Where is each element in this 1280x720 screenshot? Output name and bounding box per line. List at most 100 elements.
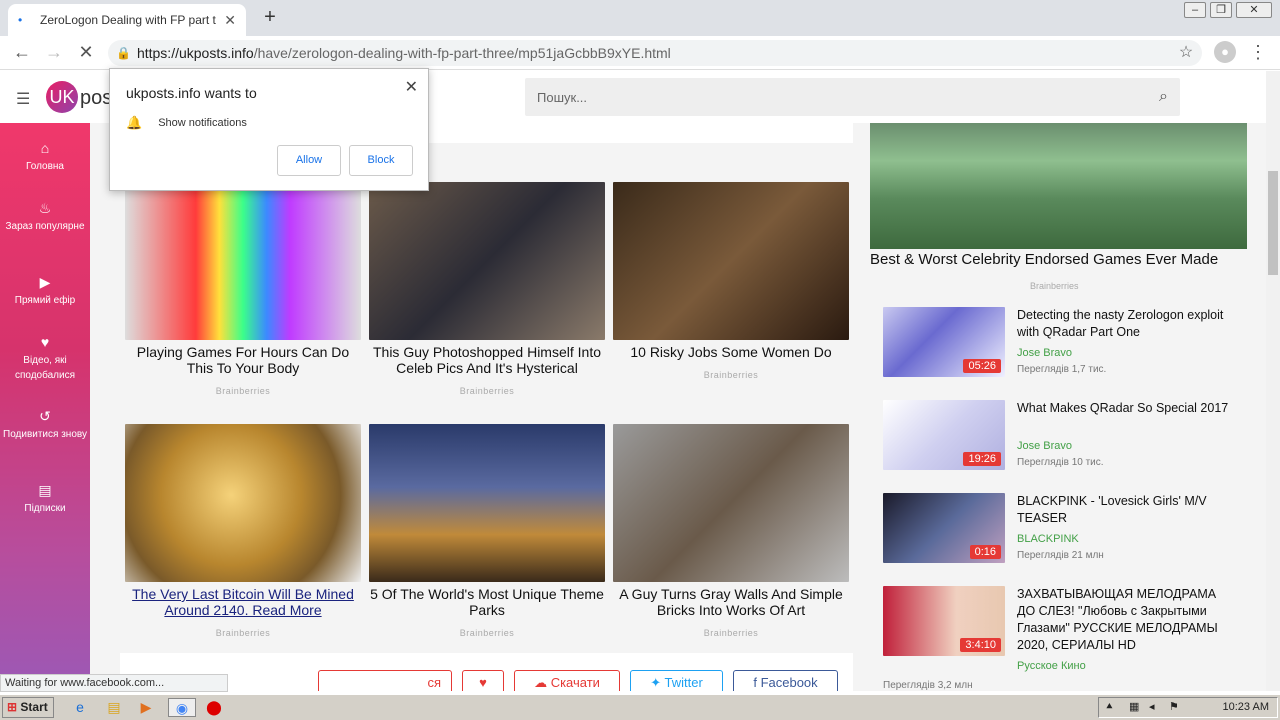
facebook-icon: f	[753, 675, 761, 690]
facebook-share-button[interactable]: f Facebook	[733, 670, 838, 691]
promo-card[interactable]: 5 Of The World's Most Unique Theme Parks…	[369, 424, 605, 638]
promo-card-image[interactable]	[125, 424, 361, 582]
volume-icon[interactable]: ◂	[1149, 698, 1155, 717]
stop-button[interactable]: ✕	[74, 42, 98, 63]
taskbar: ⊞ Start e ▤ ▶ ◉ ⬤ ⯅ ▦ ◂ ⚑ 10:23 AM	[0, 694, 1280, 720]
video-thumbnail[interactable]: 19:26	[883, 400, 1005, 470]
promo-card-source: Brainberries	[703, 628, 759, 638]
alert-icon[interactable]: ⚑	[1169, 698, 1179, 717]
sidebar-item-live[interactable]: ▶ Прямий ефір	[0, 275, 90, 308]
bookmark-star-icon[interactable]: ☆	[1174, 42, 1198, 62]
promo-card-image[interactable]	[613, 182, 849, 340]
security-icon[interactable]: ⬤	[204, 698, 224, 717]
promo-card[interactable]: Playing Games For Hours Can Do This To Y…	[125, 182, 361, 396]
profile-icon[interactable]: ●	[1214, 41, 1236, 63]
live-icon: ▶	[39, 274, 51, 290]
clock: 10:23 AM	[1222, 701, 1269, 713]
site-logo[interactable]: UK	[46, 81, 78, 113]
sidebar-item-home[interactable]: ⌂ Головна	[0, 141, 90, 174]
video-channel[interactable]: Jose Bravo	[1017, 440, 1072, 452]
scrollbar-thumb[interactable]	[1268, 171, 1278, 275]
promo-card-image[interactable]	[369, 182, 605, 340]
video-title[interactable]: What Makes QRadar So Special 2017	[1017, 400, 1237, 417]
promo-card[interactable]: A Guy Turns Gray Walls And Simple Bricks…	[613, 424, 849, 638]
promo-card-caption[interactable]: Playing Games For Hours Can Do This To Y…	[125, 344, 361, 376]
home-icon: ⌂	[40, 140, 50, 156]
promo-card-caption[interactable]: This Guy Photoshopped Himself Into Celeb…	[369, 344, 605, 376]
related-video[interactable]: 3:4:10 ЗАХВАТЫВАЮЩАЯ МЕЛОДРАМА ДО СЛЕЗ! …	[883, 586, 1247, 691]
promo-card-image[interactable]	[125, 182, 361, 340]
address-bar[interactable]: 🔒 https://ukposts.info/have/zerologon-de…	[108, 40, 1202, 66]
related-video[interactable]: 19:26 What Makes QRadar So Special 2017 …	[883, 400, 1247, 480]
forward-button[interactable]: →	[42, 42, 66, 63]
video-title[interactable]: ЗАХВАТЫВАЮЩАЯ МЕЛОДРАМА ДО СЛЕЗ! "Любовь…	[1017, 586, 1237, 654]
promo-card-image[interactable]	[369, 424, 605, 582]
video-views: Переглядів 21 млн	[1017, 550, 1104, 561]
tab-title: ZeroLogon Dealing with FP part thre	[40, 13, 217, 27]
browser-tab[interactable]: • ZeroLogon Dealing with FP part thre ✕	[8, 4, 246, 36]
promo-card-source: Brainberries	[215, 628, 271, 638]
promo-card-caption[interactable]: A Guy Turns Gray Walls And Simple Bricks…	[613, 586, 849, 618]
restore-button[interactable]: ❐	[1210, 2, 1232, 18]
lock-icon[interactable]: 🔒	[116, 46, 131, 60]
promo-card[interactable]: This Guy Photoshopped Himself Into Celeb…	[369, 182, 605, 396]
notification-permission-dialog: ukposts.info wants to ✕ 🔔 Show notificat…	[109, 68, 429, 191]
video-channel[interactable]: Русское Кино	[1017, 660, 1086, 672]
minimize-button[interactable]: –	[1184, 2, 1206, 18]
new-tab-button[interactable]: +	[258, 6, 282, 29]
video-title[interactable]: BLACKPINK - 'Lovesick Girls' M/V TEASER	[1017, 493, 1237, 527]
twitter-share-button[interactable]: ✦ Twitter	[630, 670, 723, 691]
promo-card-source: Brainberries	[703, 370, 759, 380]
video-thumbnail[interactable]: 0:16	[883, 493, 1005, 563]
subscribe-button[interactable]: ся	[318, 670, 452, 691]
close-tab-icon[interactable]: ✕	[224, 12, 236, 29]
hamburger-icon[interactable]: ☰	[16, 89, 30, 109]
tray-arrow-icon[interactable]: ⯅	[1105, 698, 1114, 717]
related-video[interactable]: 0:16 BLACKPINK - 'Lovesick Girls' M/V TE…	[883, 493, 1247, 573]
featured-image[interactable]	[870, 123, 1247, 249]
chrome-taskbar-icon[interactable]: ◉	[168, 698, 196, 717]
search-placeholder: Пошук...	[537, 89, 588, 105]
promo-card-source: Brainberries	[459, 386, 515, 396]
promo-card-image[interactable]	[613, 424, 849, 582]
search-input[interactable]: Пошук... ⌕	[525, 78, 1180, 116]
page-scrollbar[interactable]	[1266, 71, 1280, 691]
menu-kebab-icon[interactable]: ⋮	[1246, 42, 1270, 63]
video-title[interactable]: Detecting the nasty Zerologon exploit wi…	[1017, 307, 1237, 341]
video-thumbnail[interactable]: 3:4:10	[883, 586, 1005, 656]
like-button[interactable]: ♥	[462, 670, 504, 691]
sidebar-item-subscriptions[interactable]: ▤ Підписки	[0, 483, 90, 516]
right-column: Best & Worst Celebrity Endorsed Games Ev…	[870, 123, 1247, 691]
video-duration: 19:26	[963, 452, 1001, 466]
promo-card[interactable]: The Very Last Bitcoin Will Be Mined Arou…	[125, 424, 361, 638]
promo-card-caption[interactable]: 10 Risky Jobs Some Women Do	[613, 344, 849, 360]
close-icon[interactable]: ✕	[405, 77, 418, 97]
permission-row: 🔔 Show notifications	[126, 115, 412, 131]
loading-icon: •	[18, 13, 23, 27]
promo-card-caption[interactable]: The Very Last Bitcoin Will Be Mined Arou…	[125, 586, 361, 618]
search-icon[interactable]: ⌕	[1159, 88, 1168, 106]
video-channel[interactable]: Jose Bravo	[1017, 347, 1072, 359]
back-button[interactable]: ←	[10, 42, 34, 63]
sidebar-item-history[interactable]: ↺ Подивитися знову	[0, 409, 90, 442]
promo-card[interactable]: 10 Risky Jobs Some Women Do Brainberries	[613, 182, 849, 380]
promo-card-caption[interactable]: 5 Of The World's Most Unique Theme Parks	[369, 586, 605, 618]
history-icon: ↺	[39, 408, 51, 424]
sidebar-item-liked[interactable]: ♥ Відео, які сподобалися	[0, 335, 90, 383]
network-icon[interactable]: ▦	[1129, 698, 1139, 717]
featured-caption[interactable]: Best & Worst Celebrity Endorsed Games Ev…	[870, 251, 1218, 268]
allow-button[interactable]: Allow	[277, 145, 341, 176]
video-channel[interactable]: BLACKPINK	[1017, 533, 1079, 545]
ie-icon[interactable]: e	[70, 698, 90, 717]
sidebar-item-trending[interactable]: ♨ Зараз популярне	[0, 201, 90, 234]
video-views: Переглядів 10 тис.	[1017, 457, 1104, 468]
download-button[interactable]: ☁ Скачати	[514, 670, 620, 691]
block-button[interactable]: Block	[349, 145, 413, 176]
media-player-icon[interactable]: ▶	[136, 698, 156, 717]
browser-toolbar: ← → ✕ 🔒 https://ukposts.info/have/zerolo…	[0, 36, 1280, 70]
related-video[interactable]: 05:26 Detecting the nasty Zerologon expl…	[883, 307, 1247, 387]
start-button[interactable]: ⊞ Start	[2, 697, 54, 718]
folder-icon[interactable]: ▤	[104, 698, 124, 717]
video-thumbnail[interactable]: 05:26	[883, 307, 1005, 377]
close-window-button[interactable]: ✕	[1236, 2, 1272, 18]
